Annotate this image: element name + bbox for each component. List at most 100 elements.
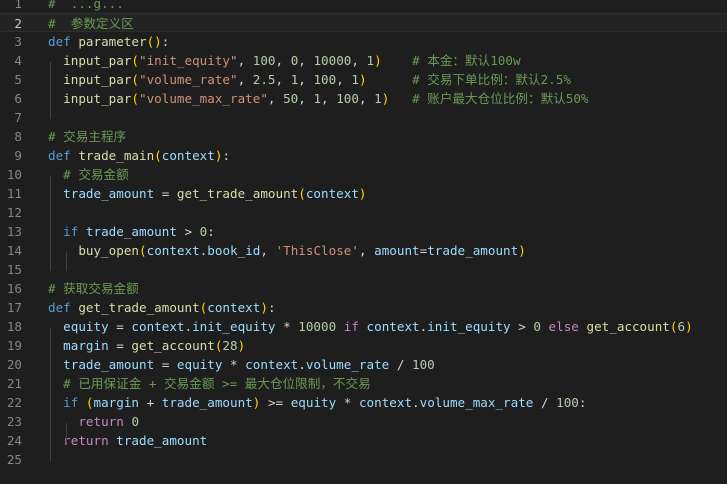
code-line[interactable]: 5 input_par("volume_rate", 2.5, 1, 100, … bbox=[0, 70, 727, 89]
code-line[interactable]: 24 return trade_amount bbox=[0, 431, 727, 450]
code-line[interactable]: 21 # 已用保证金 + 交易金额 >= 最大仓位限制，不交易 bbox=[0, 374, 727, 393]
code-text[interactable]: # 获取交易金额 bbox=[48, 279, 139, 298]
line-number: 14 bbox=[6, 243, 22, 258]
code-token: # 本金：默认100w bbox=[412, 53, 521, 68]
code-token: amount bbox=[374, 243, 420, 258]
code-token: trade_amount bbox=[63, 357, 155, 372]
code-token: # 交易主程序 bbox=[48, 129, 127, 144]
code-token: * bbox=[275, 319, 299, 334]
code-line[interactable]: 16 # 获取交易金额 bbox=[0, 279, 727, 298]
code-token: "init_equity" bbox=[139, 53, 238, 68]
code-line[interactable]: 20 trade_amount = equity * context.volum… bbox=[0, 355, 727, 374]
code-text[interactable]: return trade_amount bbox=[48, 431, 207, 450]
code-line[interactable]: 11 trade_amount = get_trade_amount(conte… bbox=[0, 184, 727, 203]
code-token: 1 bbox=[313, 91, 322, 106]
code-line[interactable]: 2 # 参数定义区 bbox=[0, 13, 727, 32]
code-token: ( bbox=[131, 53, 140, 68]
code-line[interactable]: 8 # 交易主程序 bbox=[0, 127, 727, 146]
line-number: 3 bbox=[14, 34, 22, 49]
code-text[interactable]: input_par("init_equity", 100, 0, 10000, … bbox=[48, 51, 521, 70]
code-line[interactable]: 14 buy_open(context.book_id, 'ThisClose'… bbox=[0, 241, 727, 260]
code-text[interactable]: if trade_amount > 0: bbox=[48, 222, 215, 241]
code-token: ( bbox=[154, 148, 162, 163]
code-token: 100 bbox=[412, 357, 435, 372]
code-token: ) bbox=[518, 243, 526, 258]
code-line[interactable]: 4 input_par("init_equity", 100, 0, 10000… bbox=[0, 51, 727, 70]
code-token: : bbox=[578, 395, 587, 410]
code-token: input_par bbox=[63, 53, 132, 68]
code-text[interactable]: def trade_main(context): bbox=[48, 146, 230, 165]
code-line[interactable]: 12 bbox=[0, 203, 727, 222]
code-line[interactable]: 6 input_par("volume_max_rate", 50, 1, 10… bbox=[0, 89, 727, 108]
line-number: 10 bbox=[6, 167, 22, 182]
code-token: def bbox=[48, 34, 79, 49]
code-token: margin bbox=[63, 338, 109, 353]
code-line[interactable]: 7 bbox=[0, 108, 727, 127]
code-line[interactable]: 18 equity = context.init_equity * 10000 … bbox=[0, 317, 727, 336]
code-editor[interactable]: 1 # ...g... 2 # 参数定义区 3 def parameter(): 4 inp… bbox=[0, 0, 727, 484]
line-number: 12 bbox=[6, 205, 22, 220]
code-text[interactable]: def parameter(): bbox=[48, 32, 169, 51]
code-line[interactable]: 3 def parameter(): bbox=[0, 32, 727, 51]
line-number: 20 bbox=[6, 357, 22, 372]
code-token: 1 bbox=[351, 72, 359, 87]
code-line[interactable]: 15 bbox=[0, 260, 727, 279]
code-token: context bbox=[161, 148, 215, 163]
code-token: equity bbox=[63, 319, 109, 334]
code-text[interactable]: return 0 bbox=[48, 412, 139, 431]
code-token: > bbox=[176, 224, 200, 239]
code-token: parameter bbox=[78, 34, 147, 49]
code-token: get_trade_amount bbox=[176, 186, 299, 201]
code-token: def bbox=[48, 300, 79, 315]
code-text[interactable]: def get_trade_amount(context): bbox=[48, 298, 276, 317]
line-number: 24 bbox=[6, 433, 22, 448]
code-text[interactable]: if (margin + trade_amount) >= equity * c… bbox=[48, 393, 586, 412]
code-line[interactable]: 22 if (margin + trade_amount) >= equity … bbox=[0, 393, 727, 412]
code-text[interactable]: # 参数定义区 bbox=[48, 14, 134, 33]
code-token: , bbox=[321, 91, 337, 106]
code-text[interactable]: # 交易金额 bbox=[48, 165, 129, 184]
code-line[interactable]: 23 return 0 bbox=[0, 412, 727, 431]
code-token: , bbox=[336, 72, 352, 87]
code-token: 2.5 bbox=[252, 72, 276, 87]
code-token: ) bbox=[260, 300, 268, 315]
code-token: = bbox=[154, 186, 177, 201]
code-line[interactable]: 25 bbox=[0, 450, 727, 469]
code-line[interactable]: 19 margin = get_account(28) bbox=[0, 336, 727, 355]
line-number: 1 bbox=[14, 0, 22, 11]
code-text[interactable]: # 已用保证金 + 交易金额 >= 最大仓位限制，不交易 bbox=[48, 374, 371, 393]
code-token: buy_open bbox=[78, 243, 140, 258]
code-token: 1 bbox=[374, 91, 382, 106]
code-token: , bbox=[267, 91, 284, 106]
code-token: : bbox=[161, 34, 170, 49]
code-text[interactable]: # 交易主程序 bbox=[48, 127, 126, 146]
code-text[interactable]: margin = get_account(28) bbox=[48, 336, 245, 355]
code-text[interactable]: equity = context.init_equity * 10000 if … bbox=[48, 317, 693, 336]
indent-guide bbox=[50, 176, 51, 271]
code-token: = bbox=[108, 319, 132, 334]
code-text[interactable]: trade_amount = get_trade_amount(context) bbox=[48, 184, 366, 203]
code-line[interactable]: 10 # 交易金额 bbox=[0, 165, 727, 184]
code-line[interactable]: 9 def trade_main(context): bbox=[0, 146, 727, 165]
code-token: 100 bbox=[556, 395, 579, 410]
code-token: return bbox=[78, 414, 124, 429]
code-token: 100 bbox=[252, 53, 276, 68]
code-token: : bbox=[222, 148, 231, 163]
code-token: 10000 bbox=[313, 53, 352, 68]
code-token: 1 bbox=[366, 53, 375, 68]
code-text[interactable]: input_par("volume_rate", 2.5, 1, 100, 1)… bbox=[48, 70, 571, 89]
code-text[interactable]: input_par("volume_max_rate", 50, 1, 100,… bbox=[48, 89, 589, 108]
code-token: # 账户最大仓位比例：默认50% bbox=[412, 91, 589, 106]
code-text[interactable]: # ...g... bbox=[48, 0, 124, 13]
code-token: 'ThisClose' bbox=[275, 243, 359, 258]
line-number: 6 bbox=[14, 91, 22, 106]
code-line[interactable]: 1 # ...g... bbox=[0, 0, 727, 13]
code-line[interactable]: 17 def get_trade_amount(context): bbox=[0, 298, 727, 317]
code-token: if bbox=[63, 224, 86, 239]
code-text[interactable]: trade_amount = equity * context.volume_r… bbox=[48, 355, 435, 374]
code-text[interactable]: buy_open(context.book_id, 'ThisClose', a… bbox=[48, 241, 526, 260]
code-line[interactable]: 13 if trade_amount > 0: bbox=[0, 222, 727, 241]
code-token: trade_amount bbox=[63, 186, 155, 201]
